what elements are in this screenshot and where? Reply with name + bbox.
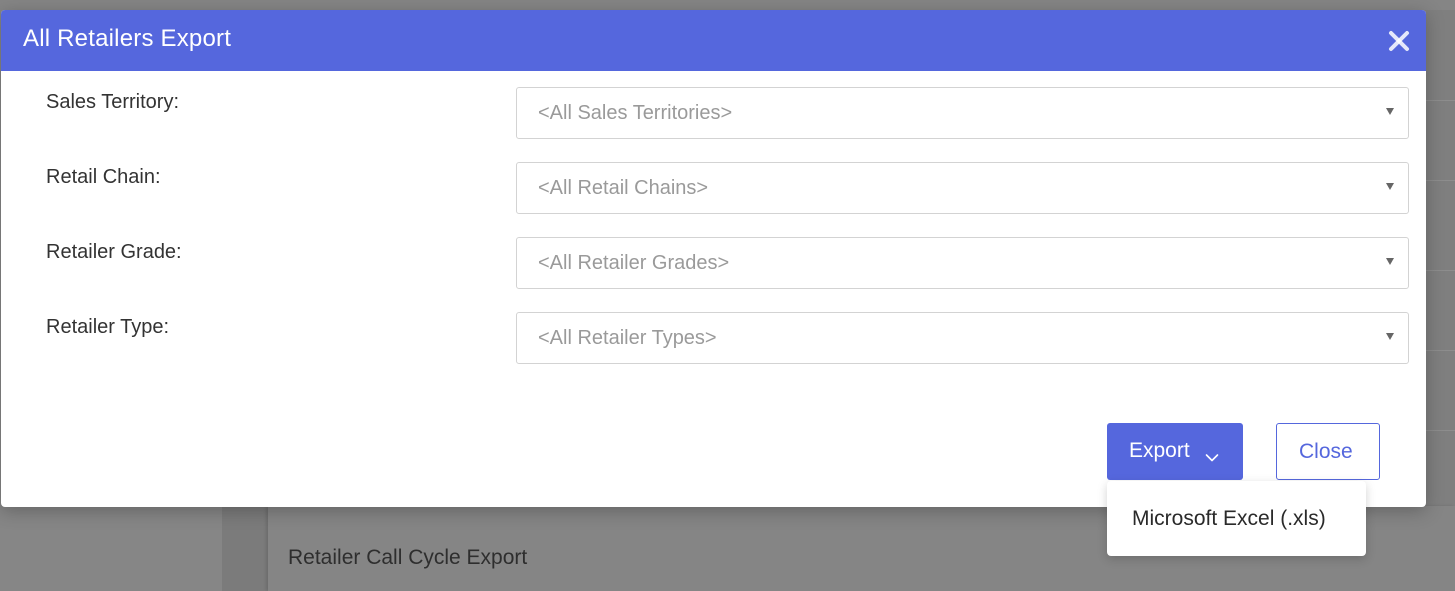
all-retailers-export-modal: All Retailers Export Sales Territory: <A… [1,10,1426,507]
field-row-retailer-grade: Retailer Grade: <All Retailer Grades> [1,237,1426,291]
caret-down-icon [1386,183,1394,190]
retailer-type-label: Retailer Type: [46,316,170,338]
chevron-down-icon [1205,445,1219,469]
export-button[interactable]: Export [1107,423,1243,480]
background-row-divider [1425,100,1455,101]
close-icon[interactable] [1386,28,1412,54]
retail-chain-select[interactable]: <All Retail Chains> [516,162,1409,214]
sales-territory-value: <All Sales Territories> [538,102,733,124]
retailer-type-value: <All Retailer Types> [538,327,717,349]
retailer-type-select[interactable]: <All Retailer Types> [516,312,1409,364]
sales-territory-label: Sales Territory: [46,91,180,113]
retailer-grade-label: Retailer Grade: [46,241,182,263]
field-row-retail-chain: Retail Chain: <All Retail Chains> [1,162,1426,216]
background-row-divider [1425,270,1455,271]
background-card-label: Retailer Call Cycle Export [288,546,528,569]
caret-down-icon [1386,258,1394,265]
retailer-grade-value: <All Retailer Grades> [538,252,730,274]
background-row-divider [1425,430,1455,431]
caret-down-icon [1386,333,1394,340]
field-row-sales-territory: Sales Territory: <All Sales Territories> [1,87,1426,141]
modal-title: All Retailers Export [23,25,232,52]
modal-header: All Retailers Export [1,10,1426,71]
field-row-retailer-type: Retailer Type: <All Retailer Types> [1,312,1426,366]
retail-chain-label: Retail Chain: [46,166,161,188]
background-row-divider [1425,180,1455,181]
retailer-grade-select[interactable]: <All Retailer Grades> [516,237,1409,289]
export-button-label: Export [1129,439,1190,462]
retail-chain-value: <All Retail Chains> [538,177,709,199]
background-top-strip [0,0,1455,10]
close-button-label: Close [1299,440,1353,463]
export-format-menu: Microsoft Excel (.xls) [1107,481,1366,556]
menu-item-excel-xls[interactable]: Microsoft Excel (.xls) [1132,507,1326,531]
caret-down-icon [1386,108,1394,115]
close-button[interactable]: Close [1276,423,1380,480]
sales-territory-select[interactable]: <All Sales Territories> [516,87,1409,139]
background-row-divider [1425,350,1455,351]
